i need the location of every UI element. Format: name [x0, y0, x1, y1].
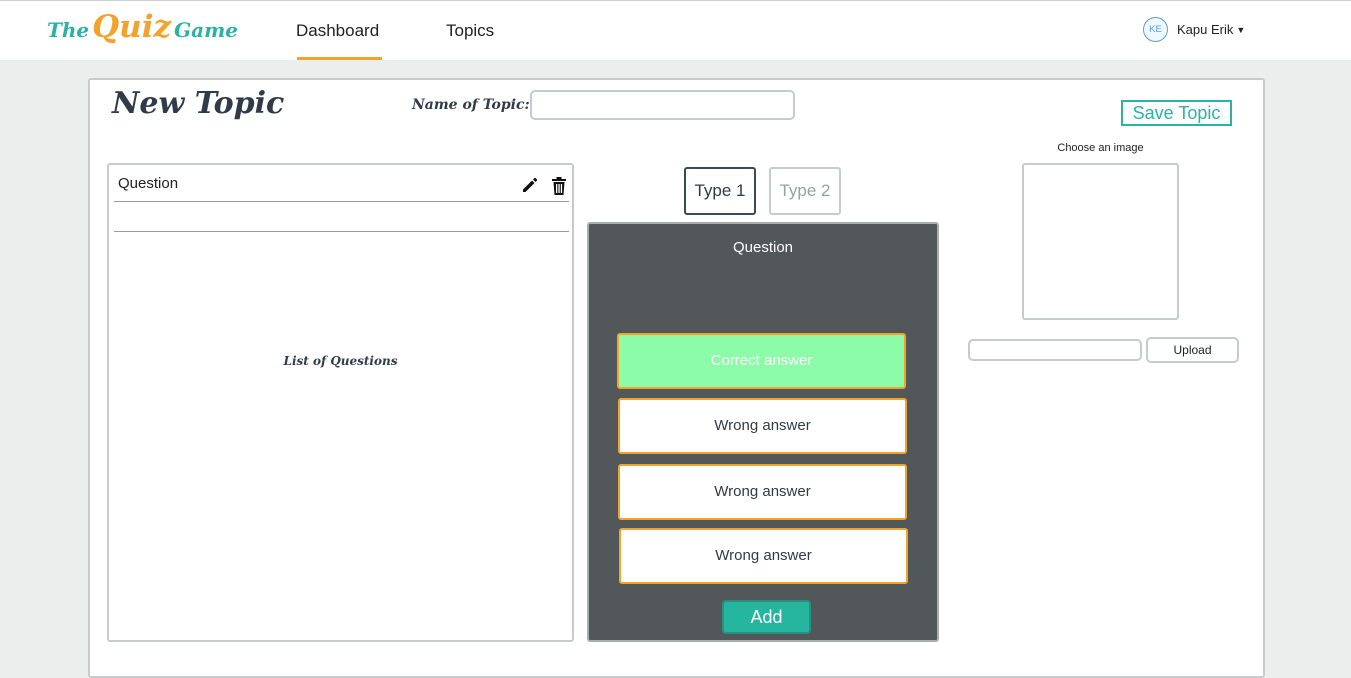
upload-button[interactable]: Upload — [1146, 337, 1239, 363]
wrong-answer-field-2[interactable]: Wrong answer — [618, 464, 907, 520]
logo-word-quiz: Quiz — [92, 9, 172, 45]
logo-word-the: The — [47, 18, 90, 42]
question-list-placeholder: List of Questions — [283, 354, 398, 368]
nav-topics[interactable]: Topics — [446, 21, 494, 41]
trash-icon[interactable] — [551, 177, 567, 195]
user-name: Kapu Erik — [1177, 22, 1234, 37]
logo-word-game: Game — [174, 18, 239, 42]
correct-answer-field[interactable]: Correct answer — [617, 333, 906, 389]
topic-name-label: Name of Topic: — [412, 97, 530, 113]
topic-name-input[interactable] — [530, 90, 795, 120]
nav-active-indicator — [297, 57, 382, 60]
save-topic-button[interactable]: Save Topic — [1121, 100, 1232, 126]
question-list-divider — [114, 202, 569, 232]
question-field[interactable]: Question — [589, 239, 937, 256]
image-file-input[interactable] — [968, 339, 1142, 361]
question-list-item[interactable]: Question — [114, 165, 569, 202]
wrong-answer-field-1[interactable]: Wrong answer — [618, 398, 907, 454]
wrong-answer-field-3[interactable]: Wrong answer — [619, 528, 908, 584]
question-editor: Question Correct answer Wrong answer Wro… — [587, 222, 939, 642]
user-menu[interactable]: KE Kapu Erik ▼ — [1143, 17, 1245, 42]
pencil-icon[interactable] — [520, 175, 540, 195]
caret-down-icon: ▼ — [1236, 24, 1246, 35]
image-preview-box[interactable] — [1022, 163, 1179, 320]
question-list-item-label: Question — [118, 175, 179, 192]
page-title: New Topic — [112, 86, 285, 121]
tab-type-2[interactable]: Type 2 — [769, 167, 841, 215]
top-navbar: TheQuiz Game Dashboard Topics KE Kapu Eri… — [0, 0, 1351, 60]
question-list: Question List of Questions — [107, 163, 574, 642]
app-logo[interactable]: TheQuiz Game — [47, 9, 238, 53]
nav-dashboard[interactable]: Dashboard — [296, 21, 379, 41]
tab-type-1[interactable]: Type 1 — [684, 167, 756, 215]
choose-image-label: Choose an image — [1057, 142, 1144, 154]
add-question-button[interactable]: Add — [722, 600, 811, 634]
avatar: KE — [1143, 17, 1168, 42]
